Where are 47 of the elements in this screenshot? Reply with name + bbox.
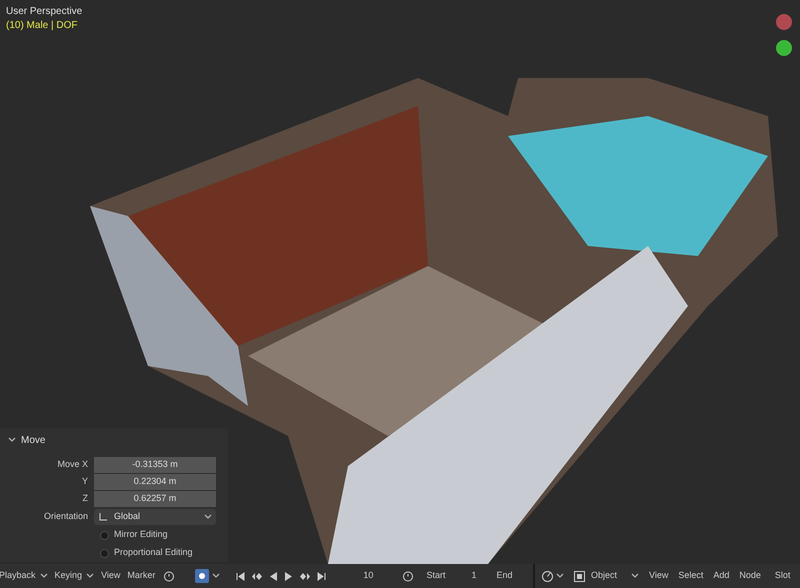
field-label: Move X <box>56 458 89 471</box>
field-label: Orientation <box>42 510 89 524</box>
menu-item[interactable]: Slot <box>774 569 790 583</box>
play-icon[interactable] <box>284 572 294 580</box>
menu-item[interactable]: Marker <box>127 569 156 583</box>
caret-icon <box>556 573 564 579</box>
menu-item[interactable]: Select <box>678 569 704 583</box>
start-label: Start <box>426 569 446 582</box>
menu-item[interactable]: Node <box>739 569 761 583</box>
menu-item[interactable]: Add <box>713 569 730 583</box>
record-button[interactable] <box>195 569 210 583</box>
object-icon <box>574 570 585 582</box>
caret-icon <box>631 573 639 579</box>
editor-type-icon[interactable] <box>541 570 554 582</box>
end-label: End <box>496 569 512 582</box>
start-frame-field[interactable]: 1 <box>471 569 476 583</box>
orientation-dropdown[interactable]: Global <box>94 509 216 525</box>
jump-end-icon[interactable] <box>317 572 326 580</box>
menu-item[interactable]: View <box>649 569 668 583</box>
next-keyframe-icon[interactable] <box>299 572 312 580</box>
caret-icon <box>40 573 48 579</box>
field-label: Z <box>82 492 89 505</box>
viewport-title: User Perspective <box>6 5 82 19</box>
current-frame-field[interactable]: 10 <box>358 569 378 583</box>
checkbox[interactable] <box>100 530 109 540</box>
number-field[interactable]: -0.31353 m <box>94 456 216 472</box>
checkbox-option[interactable]: Proportional Editing <box>100 544 228 562</box>
mode-dropdown[interactable]: Object <box>574 569 639 583</box>
viewport-info: (10) Male | DOF <box>6 19 78 33</box>
jump-start-icon[interactable] <box>236 572 246 580</box>
caret-icon <box>86 573 94 579</box>
field-label: Y <box>80 474 89 488</box>
checkbox[interactable] <box>100 548 109 558</box>
menu-item[interactable]: View <box>101 569 120 583</box>
previous-keyframe-icon[interactable] <box>251 572 264 580</box>
number-field[interactable]: 0.62257 m <box>94 490 216 506</box>
number-field[interactable]: 0.22304 m <box>94 474 216 490</box>
axes-icon <box>98 512 108 522</box>
caret-icon <box>204 514 212 520</box>
panel-header[interactable]: Move <box>0 432 228 448</box>
checkbox-option[interactable]: Mirror Editing <box>100 526 228 544</box>
play-reverse-icon[interactable] <box>269 572 278 580</box>
menu-item[interactable]: Playback <box>0 569 48 583</box>
stopwatch-icon[interactable] <box>163 570 176 582</box>
stopwatch-icon[interactable] <box>402 570 414 582</box>
menu-item[interactable]: Keying <box>54 569 94 583</box>
caret-icon <box>212 573 220 579</box>
